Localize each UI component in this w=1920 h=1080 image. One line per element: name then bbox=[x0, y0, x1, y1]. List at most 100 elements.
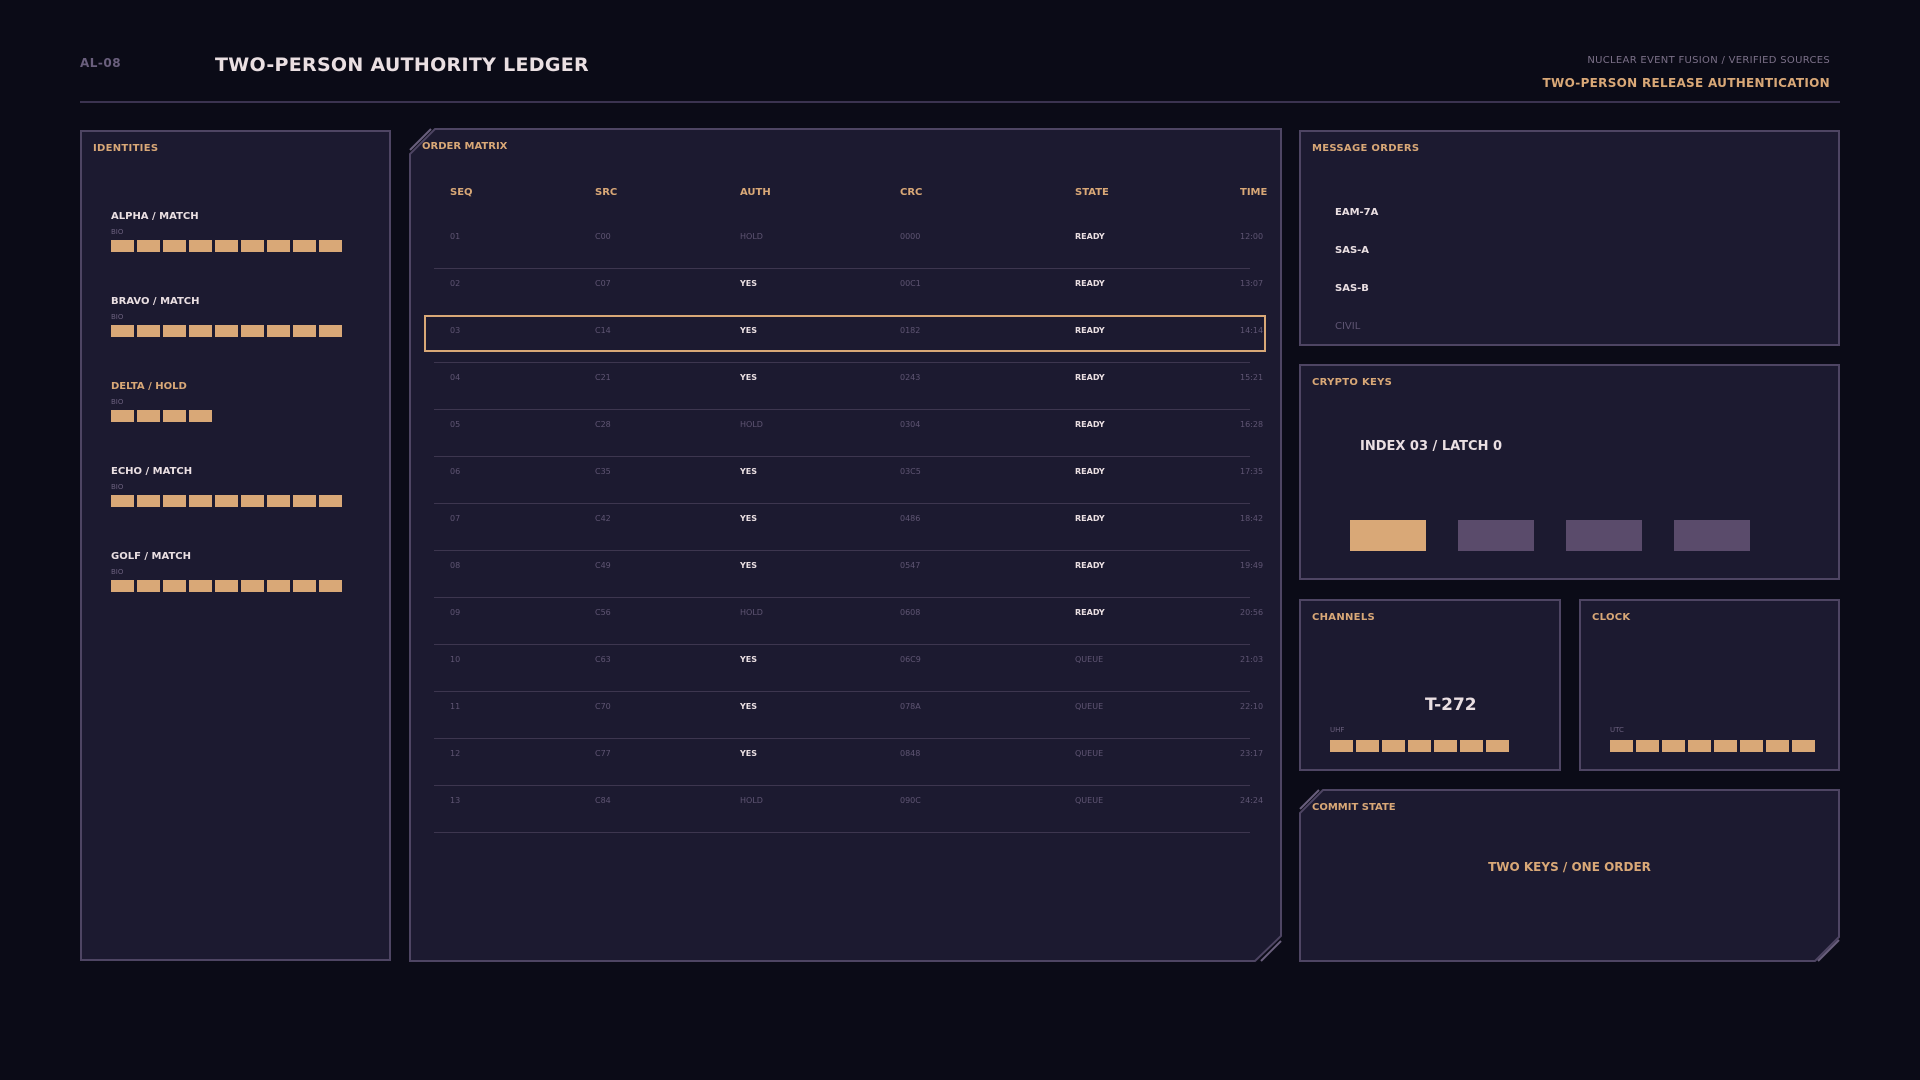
column-header-auth: AUTH bbox=[740, 187, 771, 198]
meter-segment bbox=[241, 580, 264, 592]
identity-name: DELTA / HOLD bbox=[111, 381, 187, 392]
clock-meter bbox=[1610, 740, 1815, 752]
table-row[interactable]: 09 C56 HOLD 0608 READY 20:56 bbox=[434, 598, 1263, 645]
meter-segment bbox=[1434, 740, 1457, 752]
message-orders-panel: MESSAGE ORDERS EAM-7A SAS-A SAS-B CIVIL bbox=[1299, 130, 1840, 346]
cell-time: 20:56 bbox=[1240, 608, 1264, 617]
meter-segment bbox=[163, 325, 186, 337]
channels-title: CHANNELS bbox=[1312, 612, 1375, 623]
cell-seq: 13 bbox=[450, 796, 461, 805]
cell-auth: HOLD bbox=[740, 232, 763, 241]
cell-crc: 0000 bbox=[900, 232, 921, 241]
cell-auth: YES bbox=[740, 561, 758, 570]
cell-src: C21 bbox=[595, 373, 611, 382]
table-row[interactable]: 13 C84 HOLD 090C QUEUE 24:24 bbox=[434, 786, 1263, 833]
crypto-key-slot[interactable] bbox=[1458, 520, 1534, 551]
commit-state-frame bbox=[1299, 789, 1840, 962]
cell-auth: YES bbox=[740, 655, 758, 664]
bio-meter bbox=[111, 240, 342, 252]
clock-panel: CLOCK UTC bbox=[1579, 599, 1840, 771]
column-header-seq: SEQ bbox=[450, 187, 473, 198]
crypto-keys-panel: CRYPTO KEYS INDEX 03 / LATCH 0 bbox=[1299, 364, 1840, 580]
bio-meter bbox=[111, 325, 342, 337]
meter-segment bbox=[215, 495, 238, 507]
order-matrix-title: ORDER MATRIX bbox=[422, 141, 508, 152]
message-order-item[interactable]: SAS-A bbox=[1335, 245, 1369, 256]
identity-delta[interactable]: DELTA / HOLD BIO bbox=[111, 381, 212, 422]
identities-title: IDENTITIES bbox=[93, 143, 159, 154]
cell-src: C84 bbox=[595, 796, 611, 805]
meter-segment bbox=[267, 325, 290, 337]
cell-time: 19:49 bbox=[1240, 561, 1264, 570]
meter-segment bbox=[189, 580, 212, 592]
cell-state: READY bbox=[1075, 279, 1105, 288]
message-order-item[interactable]: SAS-B bbox=[1335, 283, 1369, 294]
page-title: TWO-PERSON AUTHORITY LEDGER bbox=[215, 54, 589, 76]
column-header-src: SRC bbox=[595, 187, 618, 198]
cell-seq: 05 bbox=[450, 420, 461, 429]
column-header-crc: CRC bbox=[900, 187, 923, 198]
meter-segment bbox=[1382, 740, 1405, 752]
bio-meter bbox=[111, 495, 342, 507]
table-row[interactable]: 08 C49 YES 0547 READY 19:49 bbox=[434, 551, 1263, 598]
meter-segment bbox=[111, 580, 134, 592]
identity-echo[interactable]: ECHO / MATCH BIO bbox=[111, 466, 342, 507]
cell-time: 23:17 bbox=[1240, 749, 1264, 758]
meter-segment bbox=[319, 325, 342, 337]
cell-auth: YES bbox=[740, 279, 758, 288]
table-row[interactable]: 12 C77 YES 0848 QUEUE 23:17 bbox=[434, 739, 1263, 786]
meter-segment bbox=[111, 410, 134, 422]
table-row[interactable]: 11 C70 YES 078A QUEUE 22:10 bbox=[434, 692, 1263, 739]
crypto-key-slot[interactable] bbox=[1674, 520, 1750, 551]
meter-segment bbox=[137, 495, 160, 507]
cell-state: QUEUE bbox=[1075, 749, 1104, 758]
cell-state: QUEUE bbox=[1075, 702, 1104, 711]
message-order-item[interactable]: CIVIL bbox=[1335, 321, 1360, 332]
bio-label: BIO bbox=[111, 228, 124, 236]
table-row[interactable]: 07 C42 YES 0486 READY 18:42 bbox=[434, 504, 1263, 551]
meter-segment bbox=[163, 410, 186, 422]
meter-segment bbox=[111, 495, 134, 507]
cell-crc: 0547 bbox=[900, 561, 921, 570]
meter-segment bbox=[1330, 740, 1353, 752]
source-label: NUCLEAR EVENT FUSION / VERIFIED SOURCES bbox=[1587, 55, 1830, 66]
channel-meter bbox=[1330, 740, 1509, 752]
mode-label: TWO-PERSON RELEASE AUTHENTICATION bbox=[1542, 76, 1830, 90]
commit-state-status: TWO KEYS / ONE ORDER bbox=[1488, 860, 1651, 874]
identities-panel: IDENTITIES ALPHA / MATCH BIO BRAVO / MAT… bbox=[80, 130, 391, 961]
meter-segment bbox=[189, 410, 212, 422]
table-row[interactable]: 02 C07 YES 00C1 READY 13:07 bbox=[434, 269, 1263, 316]
meter-segment bbox=[215, 325, 238, 337]
bio-label: BIO bbox=[111, 313, 124, 321]
meter-segment bbox=[267, 240, 290, 252]
meter-segment bbox=[319, 495, 342, 507]
cell-seq: 11 bbox=[450, 702, 461, 711]
row-selection-highlight bbox=[424, 315, 1266, 352]
screen-code: AL-08 bbox=[80, 56, 122, 70]
cell-time: 13:07 bbox=[1240, 279, 1264, 288]
table-row[interactable]: 10 C63 YES 06C9 QUEUE 21:03 bbox=[434, 645, 1263, 692]
cell-state: QUEUE bbox=[1075, 796, 1104, 805]
identity-alpha[interactable]: ALPHA / MATCH BIO bbox=[111, 211, 342, 252]
cell-src: C63 bbox=[595, 655, 611, 664]
table-row[interactable]: 05 C28 HOLD 0304 READY 16:28 bbox=[434, 410, 1263, 457]
cell-crc: 0848 bbox=[900, 749, 921, 758]
identity-bravo[interactable]: BRAVO / MATCH BIO bbox=[111, 296, 342, 337]
cell-src: C07 bbox=[595, 279, 611, 288]
commit-state-panel: COMMIT STATE TWO KEYS / ONE ORDER bbox=[1299, 789, 1840, 962]
crypto-key-slot[interactable] bbox=[1566, 520, 1642, 551]
cell-auth: HOLD bbox=[740, 796, 763, 805]
cell-auth: YES bbox=[740, 702, 758, 711]
cell-state: READY bbox=[1075, 514, 1105, 523]
identity-golf[interactable]: GOLF / MATCH BIO bbox=[111, 551, 342, 592]
meter-segment bbox=[319, 240, 342, 252]
cell-src: C28 bbox=[595, 420, 611, 429]
table-row[interactable]: 04 C21 YES 0243 READY 15:21 bbox=[434, 363, 1263, 410]
cell-seq: 04 bbox=[450, 373, 461, 382]
band-label: UHF bbox=[1330, 726, 1345, 734]
table-row[interactable]: 06 C35 YES 03C5 READY 17:35 bbox=[434, 457, 1263, 504]
message-order-item[interactable]: EAM-7A bbox=[1335, 207, 1378, 218]
crypto-key-slot[interactable] bbox=[1350, 520, 1426, 551]
table-row[interactable]: 01 C00 HOLD 0000 READY 12:00 bbox=[434, 222, 1263, 269]
cell-state: READY bbox=[1075, 373, 1105, 382]
